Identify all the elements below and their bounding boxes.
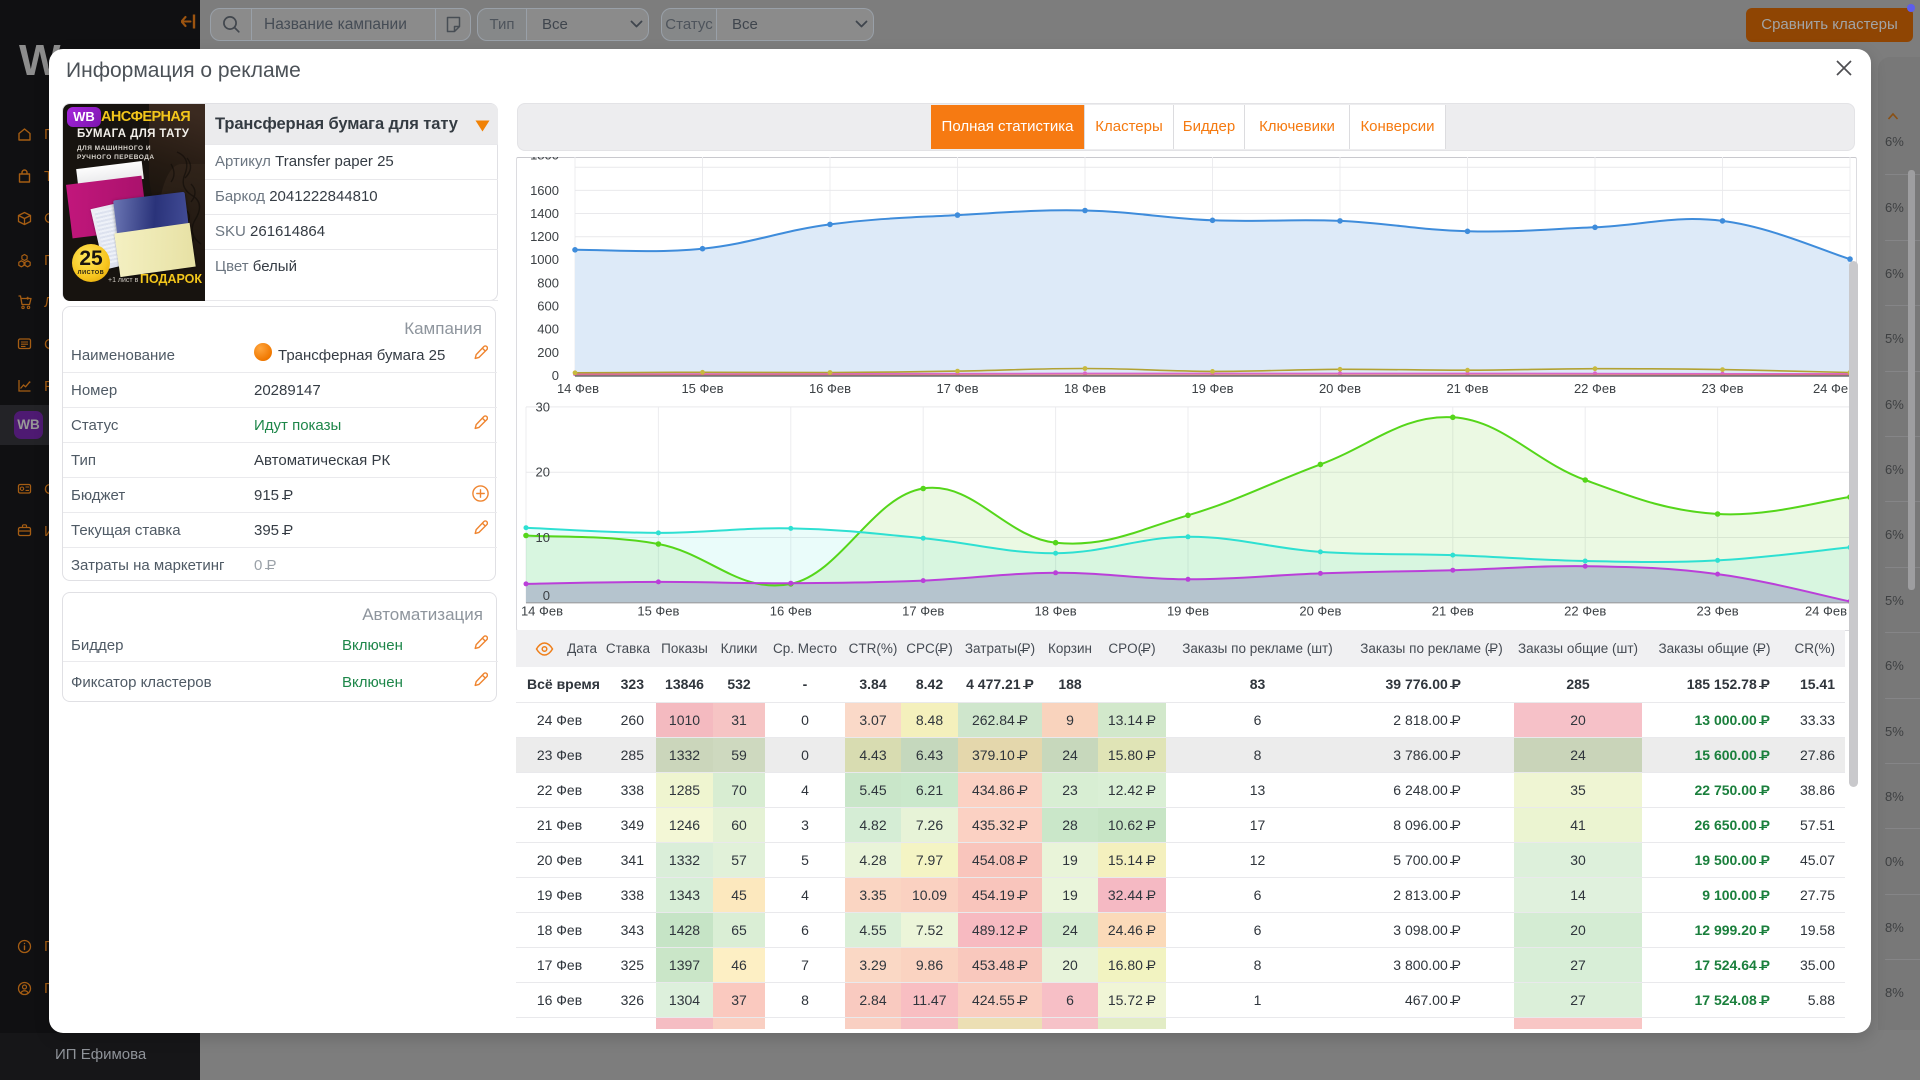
- svg-text:21 Фев: 21 Фев: [1446, 381, 1488, 396]
- svg-text:21 Фев: 21 Фев: [1432, 604, 1474, 619]
- svg-text:14 Фев: 14 Фев: [521, 604, 563, 619]
- svg-text:17 Фев: 17 Фев: [936, 381, 978, 396]
- svg-text:1400: 1400: [530, 206, 559, 221]
- svg-text:18 Фев: 18 Фев: [1035, 604, 1077, 619]
- svg-text:1200: 1200: [530, 229, 559, 244]
- svg-text:800: 800: [537, 275, 559, 290]
- svg-text:10: 10: [536, 530, 550, 545]
- svg-text:1000: 1000: [530, 252, 559, 267]
- svg-text:20 Фев: 20 Фев: [1319, 381, 1361, 396]
- svg-text:1600: 1600: [530, 183, 559, 198]
- svg-text:1800: 1800: [530, 157, 559, 163]
- svg-text:23 Фев: 23 Фев: [1701, 381, 1743, 396]
- svg-text:20 Фев: 20 Фев: [1299, 604, 1341, 619]
- svg-text:400: 400: [537, 322, 559, 337]
- svg-text:14 Фев: 14 Фев: [557, 381, 599, 396]
- svg-text:15 Фев: 15 Фев: [681, 381, 723, 396]
- svg-text:200: 200: [537, 345, 559, 360]
- svg-text:600: 600: [537, 299, 559, 314]
- svg-text:19 Фев: 19 Фев: [1167, 604, 1209, 619]
- svg-text:24 Фев: 24 Фев: [1805, 604, 1847, 619]
- svg-text:30: 30: [536, 400, 550, 414]
- svg-text:19 Фев: 19 Фев: [1191, 381, 1233, 396]
- svg-text:15 Фев: 15 Фев: [637, 604, 679, 619]
- svg-text:0: 0: [543, 588, 550, 603]
- svg-text:23 Фев: 23 Фев: [1697, 604, 1739, 619]
- svg-text:17 Фев: 17 Фев: [902, 604, 944, 619]
- svg-text:18 Фев: 18 Фев: [1064, 381, 1106, 396]
- svg-text:20: 20: [536, 465, 550, 480]
- svg-text:22 Фев: 22 Фев: [1574, 381, 1616, 396]
- svg-text:22 Фев: 22 Фев: [1564, 604, 1606, 619]
- svg-text:16 Фев: 16 Фев: [809, 381, 851, 396]
- svg-text:16 Фев: 16 Фев: [770, 604, 812, 619]
